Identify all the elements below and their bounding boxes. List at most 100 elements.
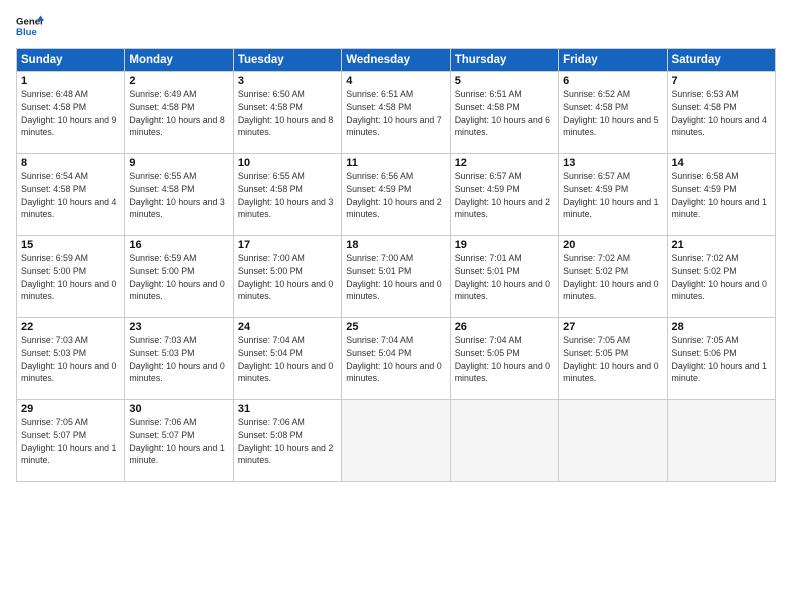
logo: General Blue xyxy=(16,12,44,40)
day-detail: Sunrise: 6:51 AM Sunset: 4:58 PM Dayligh… xyxy=(455,88,554,139)
day-number: 28 xyxy=(672,321,771,333)
calendar-day-cell: 21 Sunrise: 7:02 AM Sunset: 5:02 PM Dayl… xyxy=(667,236,775,318)
day-number: 24 xyxy=(238,321,337,333)
day-number: 12 xyxy=(455,157,554,169)
day-detail: Sunrise: 6:55 AM Sunset: 4:58 PM Dayligh… xyxy=(129,170,228,221)
calendar-day-cell: 8 Sunrise: 6:54 AM Sunset: 4:58 PM Dayli… xyxy=(17,154,125,236)
calendar-day-cell: 11 Sunrise: 6:56 AM Sunset: 4:59 PM Dayl… xyxy=(342,154,450,236)
day-detail: Sunrise: 6:49 AM Sunset: 4:58 PM Dayligh… xyxy=(129,88,228,139)
calendar-week-row: 8 Sunrise: 6:54 AM Sunset: 4:58 PM Dayli… xyxy=(17,154,776,236)
calendar-day-cell: 12 Sunrise: 6:57 AM Sunset: 4:59 PM Dayl… xyxy=(450,154,558,236)
day-number: 7 xyxy=(672,75,771,87)
day-detail: Sunrise: 6:57 AM Sunset: 4:59 PM Dayligh… xyxy=(455,170,554,221)
calendar-weekday-header: Sunday xyxy=(17,49,125,72)
day-number: 8 xyxy=(21,157,120,169)
page: General Blue SundayMondayTuesdayWednesda… xyxy=(0,0,792,612)
calendar-day-cell: 26 Sunrise: 7:04 AM Sunset: 5:05 PM Dayl… xyxy=(450,318,558,400)
calendar-day-cell xyxy=(342,400,450,482)
calendar-day-cell: 16 Sunrise: 6:59 AM Sunset: 5:00 PM Dayl… xyxy=(125,236,233,318)
calendar-day-cell: 3 Sunrise: 6:50 AM Sunset: 4:58 PM Dayli… xyxy=(233,72,341,154)
day-detail: Sunrise: 7:05 AM Sunset: 5:06 PM Dayligh… xyxy=(672,334,771,385)
calendar-header-row: SundayMondayTuesdayWednesdayThursdayFrid… xyxy=(17,49,776,72)
calendar-day-cell xyxy=(667,400,775,482)
day-number: 1 xyxy=(21,75,120,87)
calendar-day-cell: 24 Sunrise: 7:04 AM Sunset: 5:04 PM Dayl… xyxy=(233,318,341,400)
day-detail: Sunrise: 7:00 AM Sunset: 5:01 PM Dayligh… xyxy=(346,252,445,303)
calendar-day-cell: 6 Sunrise: 6:52 AM Sunset: 4:58 PM Dayli… xyxy=(559,72,667,154)
day-number: 11 xyxy=(346,157,445,169)
day-detail: Sunrise: 7:00 AM Sunset: 5:00 PM Dayligh… xyxy=(238,252,337,303)
day-number: 25 xyxy=(346,321,445,333)
day-detail: Sunrise: 6:59 AM Sunset: 5:00 PM Dayligh… xyxy=(21,252,120,303)
day-number: 26 xyxy=(455,321,554,333)
calendar-day-cell: 9 Sunrise: 6:55 AM Sunset: 4:58 PM Dayli… xyxy=(125,154,233,236)
calendar-day-cell xyxy=(450,400,558,482)
day-detail: Sunrise: 7:05 AM Sunset: 5:05 PM Dayligh… xyxy=(563,334,662,385)
calendar-table: SundayMondayTuesdayWednesdayThursdayFrid… xyxy=(16,48,776,482)
calendar-day-cell: 2 Sunrise: 6:49 AM Sunset: 4:58 PM Dayli… xyxy=(125,72,233,154)
day-detail: Sunrise: 7:06 AM Sunset: 5:08 PM Dayligh… xyxy=(238,416,337,467)
day-number: 16 xyxy=(129,239,228,251)
day-detail: Sunrise: 6:56 AM Sunset: 4:59 PM Dayligh… xyxy=(346,170,445,221)
calendar-day-cell: 15 Sunrise: 6:59 AM Sunset: 5:00 PM Dayl… xyxy=(17,236,125,318)
calendar-day-cell: 20 Sunrise: 7:02 AM Sunset: 5:02 PM Dayl… xyxy=(559,236,667,318)
day-detail: Sunrise: 7:04 AM Sunset: 5:04 PM Dayligh… xyxy=(238,334,337,385)
day-detail: Sunrise: 7:05 AM Sunset: 5:07 PM Dayligh… xyxy=(21,416,120,467)
calendar-weekday-header: Wednesday xyxy=(342,49,450,72)
day-detail: Sunrise: 6:57 AM Sunset: 4:59 PM Dayligh… xyxy=(563,170,662,221)
day-detail: Sunrise: 7:06 AM Sunset: 5:07 PM Dayligh… xyxy=(129,416,228,467)
calendar-day-cell: 28 Sunrise: 7:05 AM Sunset: 5:06 PM Dayl… xyxy=(667,318,775,400)
day-number: 15 xyxy=(21,239,120,251)
day-number: 5 xyxy=(455,75,554,87)
calendar-week-row: 1 Sunrise: 6:48 AM Sunset: 4:58 PM Dayli… xyxy=(17,72,776,154)
day-number: 27 xyxy=(563,321,662,333)
day-detail: Sunrise: 7:01 AM Sunset: 5:01 PM Dayligh… xyxy=(455,252,554,303)
day-number: 2 xyxy=(129,75,228,87)
day-detail: Sunrise: 6:51 AM Sunset: 4:58 PM Dayligh… xyxy=(346,88,445,139)
calendar-day-cell: 1 Sunrise: 6:48 AM Sunset: 4:58 PM Dayli… xyxy=(17,72,125,154)
day-detail: Sunrise: 6:48 AM Sunset: 4:58 PM Dayligh… xyxy=(21,88,120,139)
calendar-day-cell: 7 Sunrise: 6:53 AM Sunset: 4:58 PM Dayli… xyxy=(667,72,775,154)
calendar-day-cell: 31 Sunrise: 7:06 AM Sunset: 5:08 PM Dayl… xyxy=(233,400,341,482)
calendar-day-cell: 27 Sunrise: 7:05 AM Sunset: 5:05 PM Dayl… xyxy=(559,318,667,400)
calendar-weekday-header: Thursday xyxy=(450,49,558,72)
calendar-day-cell: 19 Sunrise: 7:01 AM Sunset: 5:01 PM Dayl… xyxy=(450,236,558,318)
calendar-weekday-header: Monday xyxy=(125,49,233,72)
day-number: 3 xyxy=(238,75,337,87)
calendar-day-cell: 30 Sunrise: 7:06 AM Sunset: 5:07 PM Dayl… xyxy=(125,400,233,482)
day-number: 22 xyxy=(21,321,120,333)
calendar-day-cell: 23 Sunrise: 7:03 AM Sunset: 5:03 PM Dayl… xyxy=(125,318,233,400)
day-number: 19 xyxy=(455,239,554,251)
calendar-weekday-header: Tuesday xyxy=(233,49,341,72)
calendar-weekday-header: Saturday xyxy=(667,49,775,72)
day-number: 30 xyxy=(129,403,228,415)
day-detail: Sunrise: 7:02 AM Sunset: 5:02 PM Dayligh… xyxy=(672,252,771,303)
calendar-day-cell: 13 Sunrise: 6:57 AM Sunset: 4:59 PM Dayl… xyxy=(559,154,667,236)
calendar-day-cell: 18 Sunrise: 7:00 AM Sunset: 5:01 PM Dayl… xyxy=(342,236,450,318)
day-detail: Sunrise: 7:04 AM Sunset: 5:05 PM Dayligh… xyxy=(455,334,554,385)
day-number: 14 xyxy=(672,157,771,169)
day-detail: Sunrise: 6:55 AM Sunset: 4:58 PM Dayligh… xyxy=(238,170,337,221)
logo-icon: General Blue xyxy=(16,12,44,40)
day-number: 29 xyxy=(21,403,120,415)
calendar-day-cell: 14 Sunrise: 6:58 AM Sunset: 4:59 PM Dayl… xyxy=(667,154,775,236)
day-number: 4 xyxy=(346,75,445,87)
day-number: 10 xyxy=(238,157,337,169)
day-number: 31 xyxy=(238,403,337,415)
day-number: 13 xyxy=(563,157,662,169)
day-detail: Sunrise: 6:52 AM Sunset: 4:58 PM Dayligh… xyxy=(563,88,662,139)
calendar-weekday-header: Friday xyxy=(559,49,667,72)
day-number: 9 xyxy=(129,157,228,169)
calendar-week-row: 15 Sunrise: 6:59 AM Sunset: 5:00 PM Dayl… xyxy=(17,236,776,318)
day-number: 17 xyxy=(238,239,337,251)
calendar-day-cell: 4 Sunrise: 6:51 AM Sunset: 4:58 PM Dayli… xyxy=(342,72,450,154)
day-number: 21 xyxy=(672,239,771,251)
day-detail: Sunrise: 6:59 AM Sunset: 5:00 PM Dayligh… xyxy=(129,252,228,303)
calendar-day-cell: 22 Sunrise: 7:03 AM Sunset: 5:03 PM Dayl… xyxy=(17,318,125,400)
calendar-day-cell: 10 Sunrise: 6:55 AM Sunset: 4:58 PM Dayl… xyxy=(233,154,341,236)
svg-text:Blue: Blue xyxy=(16,27,37,38)
day-number: 18 xyxy=(346,239,445,251)
day-detail: Sunrise: 6:50 AM Sunset: 4:58 PM Dayligh… xyxy=(238,88,337,139)
calendar-week-row: 22 Sunrise: 7:03 AM Sunset: 5:03 PM Dayl… xyxy=(17,318,776,400)
calendar-day-cell: 29 Sunrise: 7:05 AM Sunset: 5:07 PM Dayl… xyxy=(17,400,125,482)
